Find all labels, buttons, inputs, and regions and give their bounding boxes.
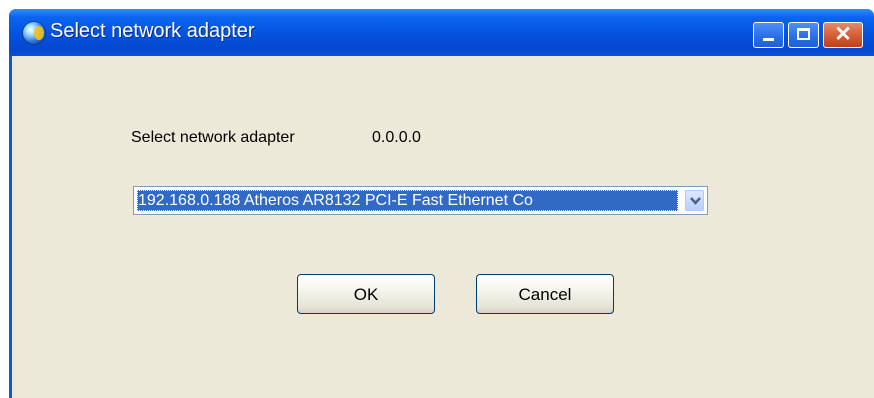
chevron-down-icon — [690, 197, 701, 205]
minimize-button[interactable] — [753, 22, 784, 48]
ok-button[interactable]: OK — [297, 274, 435, 314]
ip-address-value: 0.0.0.0 — [372, 129, 421, 146]
maximize-button[interactable] — [788, 22, 819, 48]
dialog-window: Select network adapter ✕ Select network … — [9, 9, 874, 398]
close-button[interactable]: ✕ — [823, 22, 863, 48]
cancel-button[interactable]: Cancel — [476, 274, 614, 314]
adapter-label: Select network adapter — [131, 129, 295, 146]
title-bar[interactable]: Select network adapter ✕ — [9, 9, 874, 56]
network-adapter-select[interactable]: 192.168.0.188 Atheros AR8132 PCI-E Fast … — [133, 186, 708, 215]
window-title: Select network adapter — [50, 20, 255, 42]
selected-adapter[interactable]: 192.168.0.188 Atheros AR8132 PCI-E Fast … — [137, 190, 678, 211]
dialog-body: Select network adapter 0.0.0.0 192.168.0… — [12, 56, 874, 398]
dropdown-toggle-button[interactable] — [685, 190, 704, 211]
close-icon: ✕ — [834, 23, 852, 46]
app-globe-icon[interactable] — [23, 22, 45, 44]
minimize-icon — [763, 38, 774, 41]
maximize-icon — [797, 28, 810, 40]
